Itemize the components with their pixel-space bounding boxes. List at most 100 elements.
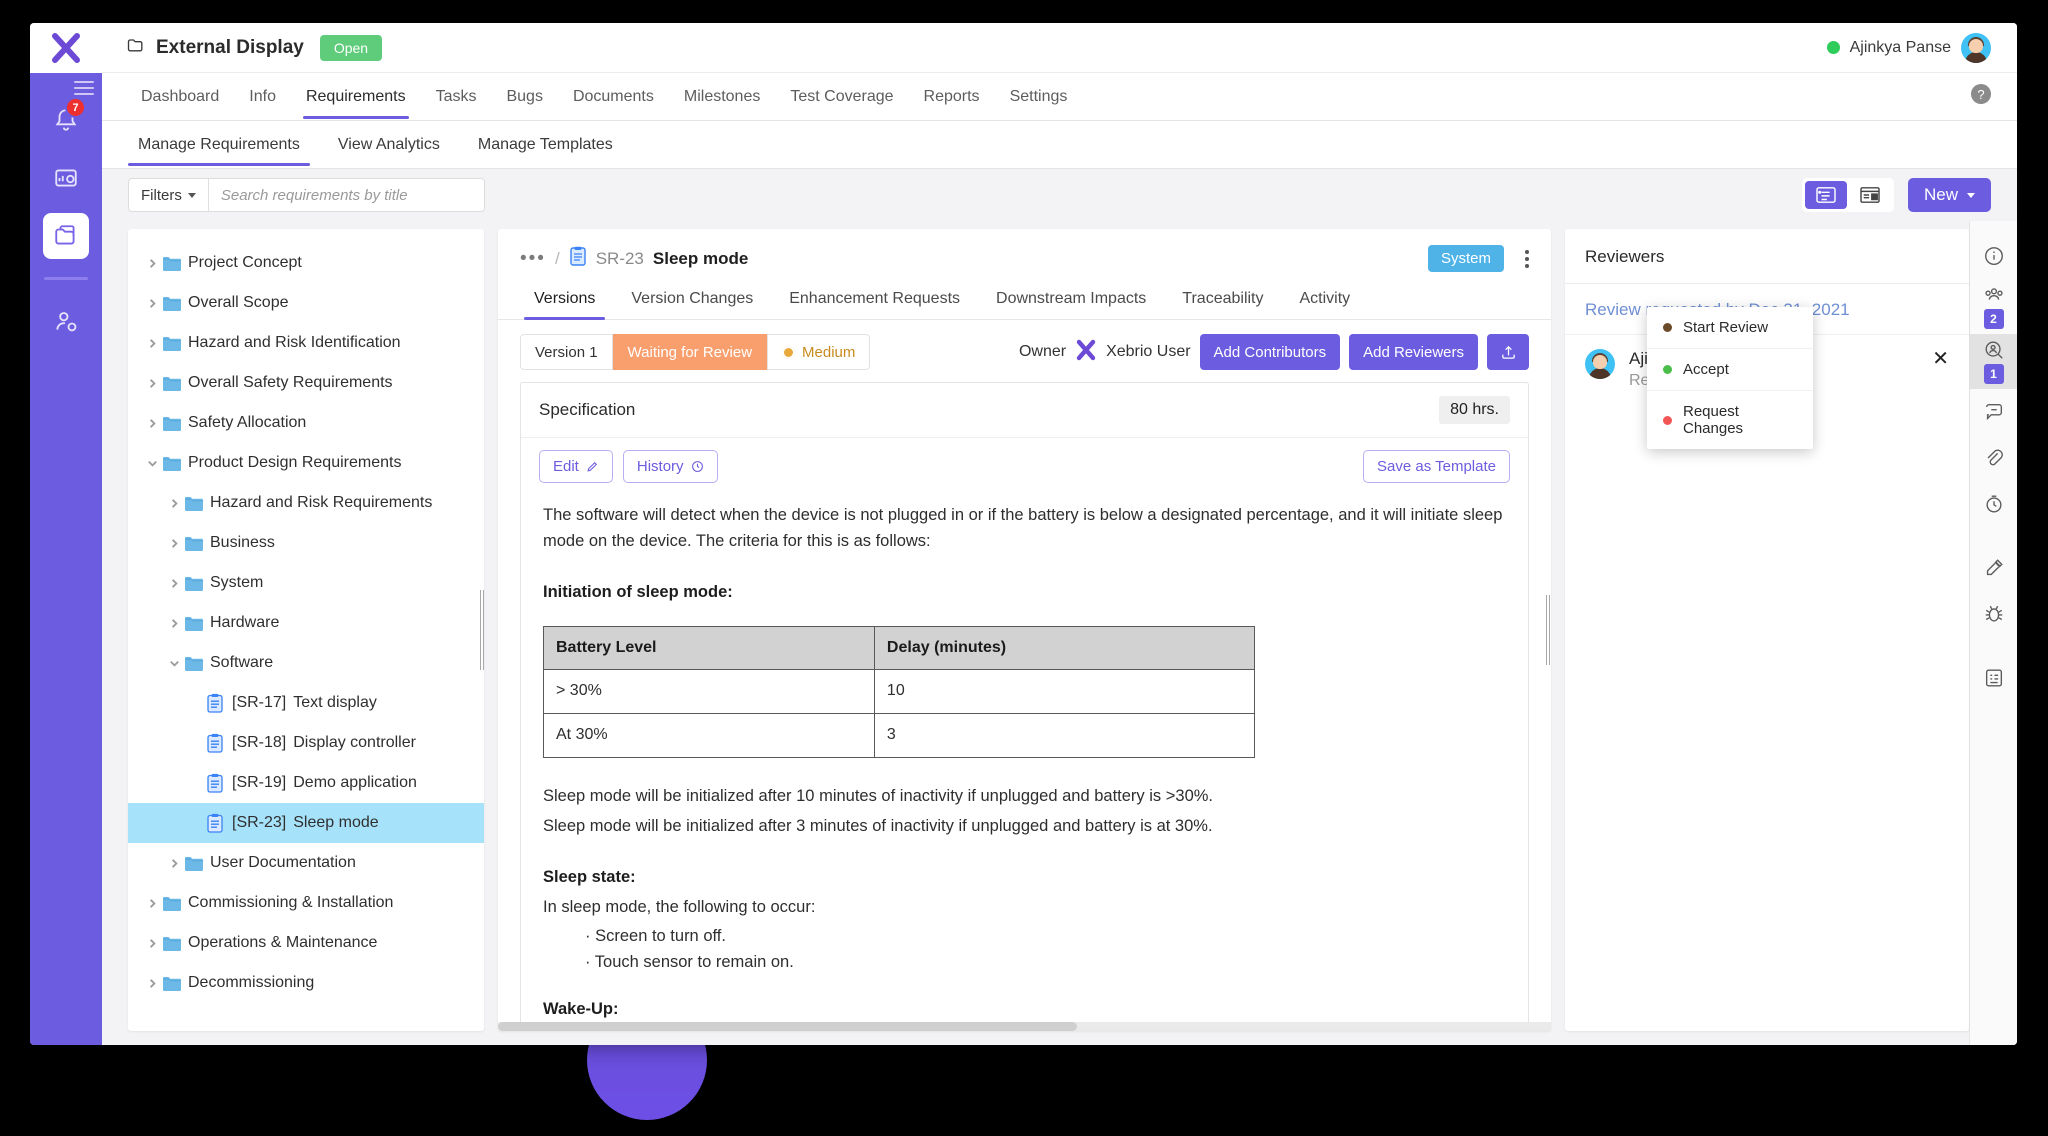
tree-item-folder[interactable]: Hazard and Risk Identification (128, 323, 484, 363)
user-settings-icon[interactable] (30, 292, 102, 350)
chevron-down-icon[interactable] (142, 457, 162, 470)
edit-button[interactable]: Edit (539, 450, 613, 483)
help-icon[interactable]: ? (1969, 82, 1993, 111)
chevron-right-icon[interactable] (142, 937, 162, 950)
tab-bugs[interactable]: Bugs (491, 75, 557, 118)
dtab-traceability[interactable]: Traceability (1168, 278, 1277, 319)
projects-icon[interactable] (30, 207, 102, 265)
search-input[interactable] (208, 179, 484, 211)
tree-resize-handle[interactable] (480, 590, 484, 670)
history-button[interactable]: History (622, 450, 718, 483)
tree-item-folder[interactable]: Overall Scope (128, 283, 484, 323)
priority-chip[interactable]: Medium (767, 334, 871, 370)
comments-icon[interactable] (1970, 389, 2018, 435)
tree-item-label: Hardware (210, 614, 280, 631)
tab-settings[interactable]: Settings (995, 75, 1083, 118)
requirements-tree[interactable]: Project Concept Overall Scope Hazard and R… (128, 229, 484, 1031)
menu-item-accept[interactable]: Accept (1647, 349, 1813, 391)
tree-item-folder[interactable]: Hazard and Risk Requirements (128, 483, 484, 523)
breadcrumb-overflow-icon[interactable]: ••• (520, 248, 546, 270)
tree-item-requirement[interactable]: [SR-19] Demo application (128, 763, 484, 803)
tree-item-folder[interactable]: Hardware (128, 603, 484, 643)
bugs-icon[interactable] (1970, 591, 2018, 637)
tree-view-button[interactable] (1804, 181, 1847, 209)
tab-reports[interactable]: Reports (909, 75, 995, 118)
status-chip[interactable]: Waiting for Review (612, 334, 768, 370)
horizontal-scrollbar[interactable] (498, 1022, 1551, 1031)
tree-item-folder[interactable]: Safety Allocation (128, 403, 484, 443)
tab-test-coverage[interactable]: Test Coverage (775, 75, 908, 118)
brand-logo[interactable] (30, 23, 102, 73)
tree-item-requirement[interactable]: [SR-23] Sleep mode (128, 803, 484, 843)
tab-requirements[interactable]: Requirements (291, 75, 421, 119)
chevron-right-icon[interactable] (142, 297, 162, 310)
reviewer-status-menu[interactable]: Start Review Accept Request Changes (1647, 307, 1813, 449)
tab-dashboard[interactable]: Dashboard (126, 75, 234, 118)
remove-reviewer-icon[interactable]: ✕ (1932, 349, 1949, 369)
tree-item-folder[interactable]: Business (128, 523, 484, 563)
chevron-right-icon[interactable] (164, 537, 184, 550)
tree-item-folder[interactable]: Overall Safety Requirements (128, 363, 484, 403)
subtab-manage-templates[interactable]: Manage Templates (468, 124, 623, 165)
tab-info[interactable]: Info (234, 75, 291, 118)
split-view-button[interactable] (1849, 181, 1891, 209)
tree-item-folder[interactable]: Commissioning & Installation (128, 883, 484, 923)
tree-item-folder[interactable]: Decommissioning (128, 963, 484, 1003)
tab-milestones[interactable]: Milestones (669, 75, 775, 118)
dashboard-icon[interactable] (30, 149, 102, 207)
dtab-enhancement-requests[interactable]: Enhancement Requests (775, 278, 974, 319)
version-chip[interactable]: Version 1 (520, 334, 613, 370)
tasks-icon[interactable] (1970, 545, 2018, 591)
new-button[interactable]: New (1907, 178, 1991, 212)
tree-item-requirement[interactable]: [SR-17] Text display (128, 683, 484, 723)
dtab-versions[interactable]: Versions (520, 278, 609, 320)
attachment-icon[interactable] (1970, 435, 2018, 481)
add-contributors-button[interactable]: Add Contributors (1199, 334, 1341, 370)
chevron-right-icon[interactable] (164, 577, 184, 590)
tree-item-folder[interactable]: System (128, 563, 484, 603)
chevron-right-icon[interactable] (164, 857, 184, 870)
share-button[interactable] (1487, 334, 1529, 370)
folder-icon (162, 895, 188, 912)
tree-item-folder[interactable]: Project Concept (128, 243, 484, 283)
avatar[interactable] (1961, 32, 1991, 63)
notifications-icon[interactable]: 7 (30, 91, 102, 149)
add-reviewers-button[interactable]: Add Reviewers (1349, 334, 1478, 370)
chevron-down-icon[interactable] (164, 657, 184, 670)
chevron-right-icon[interactable] (142, 257, 162, 270)
contributors-icon[interactable]: 2 (1970, 279, 2018, 334)
subtab-manage-requirements[interactable]: Manage Requirements (128, 124, 310, 166)
subtab-view-analytics[interactable]: View Analytics (328, 124, 450, 165)
menu-item-start-review[interactable]: Start Review (1647, 307, 1813, 349)
tab-tasks[interactable]: Tasks (421, 75, 492, 118)
user-area[interactable]: Ajinkya Panse (1826, 32, 1991, 63)
info-icon[interactable] (1970, 233, 2018, 279)
reviewers-icon[interactable]: 1 (1969, 334, 2017, 389)
save-as-template-button[interactable]: Save as Template (1363, 450, 1510, 483)
tree-item-folder[interactable]: Product Design Requirements (128, 443, 484, 483)
chevron-right-icon[interactable] (164, 497, 184, 510)
dtab-downstream-impacts[interactable]: Downstream Impacts (982, 278, 1160, 319)
detail-resize-handle[interactable] (1546, 595, 1551, 665)
chevron-right-icon[interactable] (142, 897, 162, 910)
chevron-right-icon[interactable] (142, 417, 162, 430)
tree-item-requirement[interactable]: [SR-18] Display controller (128, 723, 484, 763)
tree-item-folder[interactable]: User Documentation (128, 843, 484, 883)
dtab-activity[interactable]: Activity (1286, 278, 1365, 319)
filters-button[interactable]: Filters (129, 179, 209, 211)
time-icon[interactable] (1970, 481, 2018, 527)
more-options-icon[interactable] (1525, 249, 1529, 268)
dtab-version-changes[interactable]: Version Changes (617, 278, 767, 319)
tree-item-folder[interactable]: Software (128, 643, 484, 683)
menu-item-request-changes[interactable]: Request Changes (1647, 391, 1813, 449)
chevron-right-icon[interactable] (164, 617, 184, 630)
folder-icon (162, 935, 188, 952)
tree-item-folder[interactable]: Operations & Maintenance (128, 923, 484, 963)
tree-item-id: [SR-19] (232, 774, 287, 791)
chevron-right-icon[interactable] (142, 977, 162, 990)
chevron-right-icon[interactable] (142, 377, 162, 390)
notes-icon[interactable] (1970, 655, 2018, 701)
status-dot-icon (1663, 365, 1672, 374)
tab-documents[interactable]: Documents (558, 75, 669, 118)
chevron-right-icon[interactable] (142, 337, 162, 350)
